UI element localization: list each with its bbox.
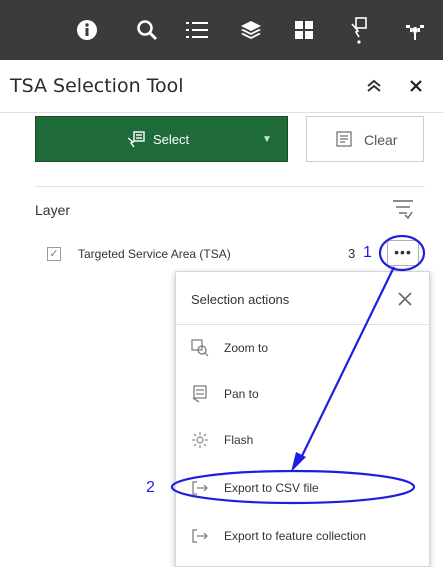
action-label: Zoom to bbox=[224, 341, 269, 355]
double-chevron-up-icon bbox=[367, 79, 381, 92]
layer-checkbox[interactable]: ✓ bbox=[47, 247, 61, 261]
selection-actions-popup: Selection actions Zoom to Pan to Flash E… bbox=[175, 271, 430, 567]
chevron-down-icon[interactable]: ▼ bbox=[262, 134, 272, 145]
select-button[interactable]: Select ▼ bbox=[35, 116, 288, 162]
popup-close-button[interactable] bbox=[390, 284, 420, 314]
filter-icon[interactable] bbox=[389, 196, 417, 222]
layer-name: Targeted Service Area (TSA) bbox=[78, 247, 231, 261]
selection-count: 3 bbox=[348, 246, 356, 261]
action-export-feature-collection[interactable]: Export to feature collection bbox=[176, 517, 429, 557]
panel-title: TSA Selection Tool bbox=[10, 75, 184, 97]
export-icon bbox=[191, 527, 209, 545]
clear-selection-icon bbox=[335, 130, 355, 153]
zoom-to-icon bbox=[191, 339, 209, 357]
search-icon[interactable] bbox=[128, 12, 166, 48]
layers-icon[interactable] bbox=[232, 12, 270, 48]
grid-icon[interactable] bbox=[285, 12, 323, 48]
flash-icon bbox=[191, 431, 209, 449]
popup-divider bbox=[176, 324, 429, 325]
info-icon[interactable] bbox=[68, 12, 106, 48]
more-horizontal-icon: ••• bbox=[394, 244, 412, 260]
close-icon bbox=[410, 80, 422, 92]
clear-button[interactable]: Clear bbox=[306, 116, 424, 162]
close-icon bbox=[398, 292, 412, 306]
close-button[interactable] bbox=[402, 72, 430, 100]
collapse-button[interactable] bbox=[360, 72, 388, 100]
clear-button-label: Clear bbox=[364, 132, 398, 148]
action-zoom-to[interactable]: Zoom to bbox=[176, 329, 429, 369]
action-label: Export to feature collection bbox=[224, 529, 367, 543]
popup-title: Selection actions bbox=[191, 292, 290, 307]
select-tool-icon[interactable] bbox=[340, 12, 378, 48]
action-flash[interactable]: Flash bbox=[176, 421, 429, 461]
panel-header: TSA Selection Tool bbox=[0, 60, 443, 113]
export-icon bbox=[191, 479, 209, 497]
select-tool-icon bbox=[126, 130, 146, 153]
action-label: Export to CSV file bbox=[224, 481, 319, 495]
more-options-button[interactable]: ••• bbox=[387, 240, 419, 266]
annotation-step-2: 2 bbox=[146, 479, 155, 496]
action-export-csv[interactable]: Export to CSV file bbox=[176, 469, 429, 509]
layer-heading: Layer bbox=[35, 202, 71, 218]
section-divider bbox=[35, 186, 425, 187]
select-button-label: Select bbox=[153, 132, 190, 147]
action-label: Pan to bbox=[224, 387, 259, 401]
pan-to-icon bbox=[191, 385, 209, 403]
annotation-step-1: 1 bbox=[363, 244, 372, 261]
list-icon[interactable] bbox=[178, 12, 216, 48]
tools-icon[interactable] bbox=[396, 12, 434, 48]
action-label: Flash bbox=[224, 433, 254, 447]
action-pan-to[interactable]: Pan to bbox=[176, 375, 429, 415]
top-toolbar bbox=[0, 0, 443, 60]
